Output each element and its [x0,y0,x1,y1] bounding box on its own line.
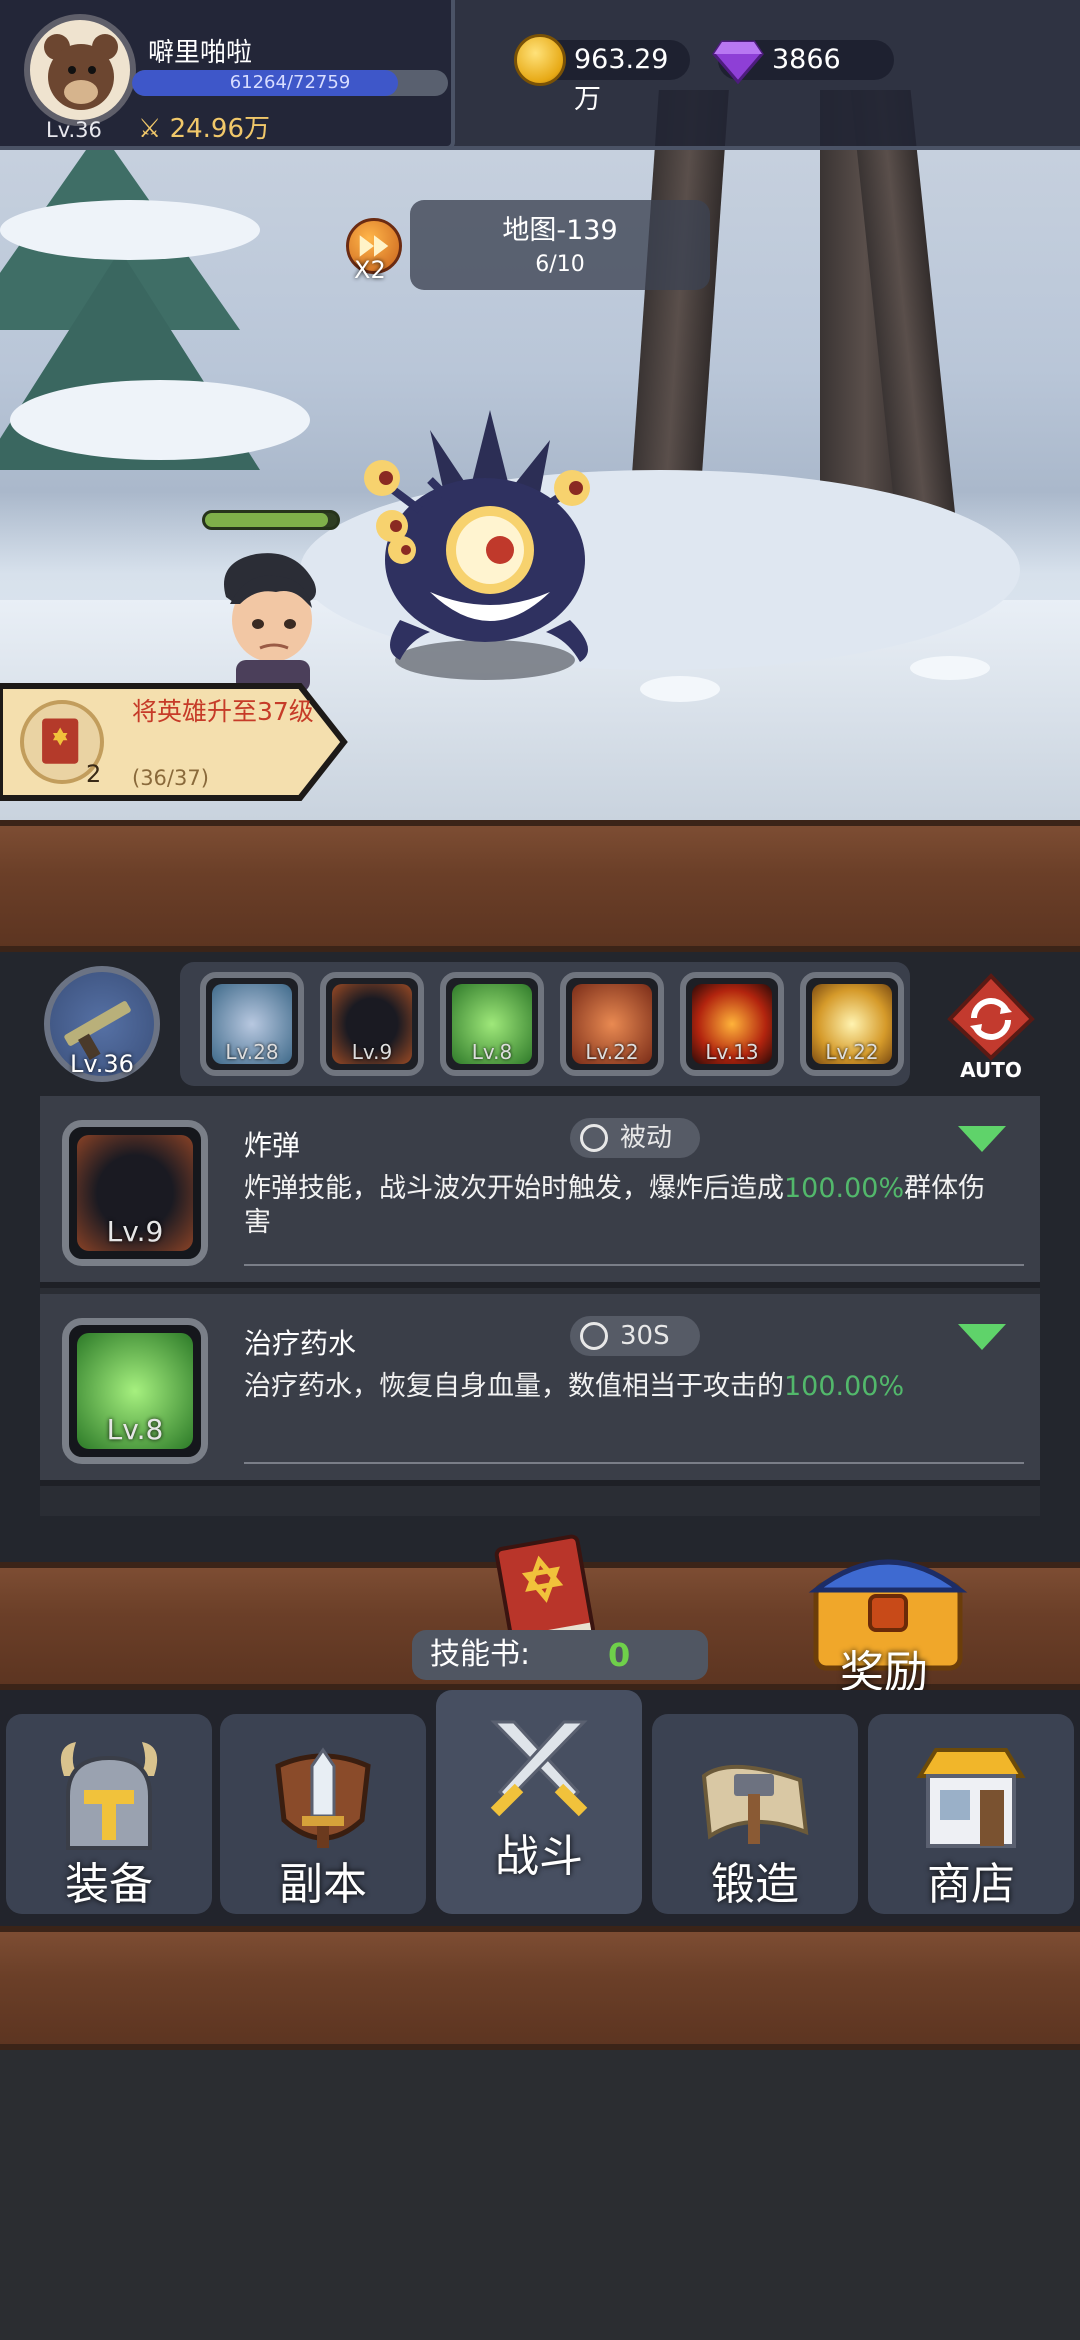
bottom-empty-area [0,2050,1080,2340]
divider [244,1462,1024,1464]
game-screen: 2 将英雄升至37级 (36/37) Lv.36 噼里啪啦 61264/7275… [0,0,1080,2340]
combat-power-value: 24.96万 [169,114,271,144]
combat-power: ⚔ 24.96万 [138,108,270,145]
skill-slot-6[interactable]: Lv.22 [800,972,904,1076]
skill-description: 炸弹技能，战斗波次开始时触发，爆炸后造成100.00%群体伤害 [244,1172,1004,1240]
expand-arrow-icon[interactable] [958,1324,1006,1350]
skill-slot-5[interactable]: Lv.13 [680,972,784,1076]
hammer-scroll-icon [701,1764,809,1844]
wood-plank [0,1926,1080,2050]
skill-slot-level: Lv.22 [825,1040,879,1064]
wood-plank [0,820,1080,952]
skill-card-icon: Lv.9 [62,1120,208,1266]
player-level: Lv.36 [46,118,102,142]
hero-hp-bar [202,510,340,530]
nav-tab-equipment[interactable]: 装备 [6,1714,212,1914]
skill-card-level: Lv.9 [106,1215,164,1248]
hero-hp-fill [205,513,328,527]
skill-type-badge: 30S [570,1316,700,1356]
snow-patch [640,676,720,702]
shop-icon [916,1748,1026,1848]
skill-book-label: 技能书: [430,1637,531,1672]
hero-character [224,553,316,692]
skill-slot-level: Lv.22 [585,1040,639,1064]
speed-label: X2 [354,256,386,284]
auto-toggle-button[interactable] [944,972,1038,1066]
crossed-swords-icon: ⚔ [138,114,162,144]
weapon-level: Lv.36 [70,1050,134,1078]
skill-list: Lv.9 炸弹 被动 炸弹技能，战斗波次开始时触发，爆炸后造成100.00%群体… [40,1096,1040,1516]
skill-cooldown: 30S [620,1321,670,1351]
quest-banner[interactable]: 2 将英雄升至37级 (36/37) [0,682,350,802]
skill-name: 治疗药水 [244,1327,357,1360]
skill-slot-2[interactable]: Lv.9 [320,972,424,1076]
nav-label: 锻造 [711,1859,799,1910]
skill-slot-level: Lv.28 [225,1040,279,1064]
skill-type-badge: 被动 [570,1118,700,1158]
map-info: 地图-139 6/10 [410,200,710,290]
skill-type: 被动 [620,1123,673,1153]
purple-gem-icon [712,40,764,84]
quest-progress: (36/37) [132,766,209,790]
nav-tab-forge[interactable]: 锻造 [652,1714,858,1914]
gold-counter[interactable]: 963.29万 [514,34,690,115]
helmet-icon [60,1742,158,1850]
gem-value: 3866 [772,44,841,75]
gold-coin-icon [514,34,566,86]
skill-slot-level: Lv.8 [471,1040,513,1064]
snow-patch [910,656,990,680]
skill-slot-level: Lv.13 [705,1040,759,1064]
skill-slot-level: Lv.9 [351,1040,393,1064]
nav-label: 战斗 [495,1831,583,1882]
clock-icon [580,1322,608,1350]
equipped-skills-strip: Lv.28 Lv.9 Lv.8 Lv.22 Lv.13 Lv.22 [180,962,910,1086]
nav-tab-shop[interactable]: 商店 [868,1714,1074,1914]
skill-slot-4[interactable]: Lv.22 [560,972,664,1076]
skill-desc-highlight: 100.00% [784,1173,905,1204]
skill-card-bomb[interactable]: Lv.9 炸弹 被动 炸弹技能，战斗波次开始时触发，爆炸后造成100.00%群体… [40,1096,1040,1288]
auto-label: AUTO [960,1058,1022,1082]
exp-text: 61264/72759 [229,72,351,93]
nav-label: 副本 [279,1859,367,1910]
divider [244,1264,1024,1266]
weapon-slot[interactable]: Lv.36 [44,966,160,1082]
expand-arrow-icon[interactable] [958,1126,1006,1152]
skill-desc-text: 炸弹技能，战斗波次开始时触发，爆炸后造成 [244,1173,784,1204]
skill-desc-text: 治疗药水，恢复自身血量，数值相当于攻击的 [244,1371,784,1402]
player-panel[interactable]: Lv.36 噼里啪啦 61264/72759 ⚔ 24.96万 [0,0,455,150]
skill-book-counter: 技能书: 0 [412,1630,708,1680]
sword-shield-icon [275,1747,371,1848]
snow-mound [10,380,310,460]
skill-slot-3[interactable]: Lv.8 [440,972,544,1076]
bottom-nav: 装备 副本 战斗 锻造 商店 [0,1690,1080,1926]
wave-progress: 6/10 [535,252,585,277]
skill-description: 治疗药水，恢复自身血量，数值相当于攻击的100.00% [244,1370,1004,1404]
bear-avatar-icon[interactable] [24,14,136,126]
nav-tab-dungeon[interactable]: 副本 [220,1714,426,1914]
skill-slot-1[interactable]: Lv.28 [200,972,304,1076]
skill-desc-highlight: 100.00% [784,1371,905,1402]
player-name: 噼里啪啦 [148,38,253,68]
quest-item-count: 2 [86,760,102,788]
gem-counter[interactable]: 3866 [712,40,894,84]
map-name: 地图-139 [502,215,618,246]
nav-label: 商店 [927,1859,1015,1910]
gold-value: 963.29万 [574,44,669,115]
beholder-monster [364,410,590,680]
exp-bar: 61264/72759 [132,70,448,96]
skill-card-heal-potion[interactable]: Lv.8 治疗药水 30S 治疗药水，恢复自身血量，数值相当于攻击的100.00… [40,1294,1040,1486]
nav-tab-battle[interactable]: 战斗 [436,1690,642,1914]
nav-label: 装备 [65,1859,153,1910]
skill-card-level: Lv.8 [106,1413,164,1446]
clock-icon [580,1124,608,1152]
skill-card-icon: Lv.8 [62,1318,208,1464]
snow-mound [0,200,260,260]
skill-book-value: 0 [608,1636,631,1674]
quest-title: 将英雄升至37级 [132,697,314,726]
skill-name: 炸弹 [244,1129,301,1162]
